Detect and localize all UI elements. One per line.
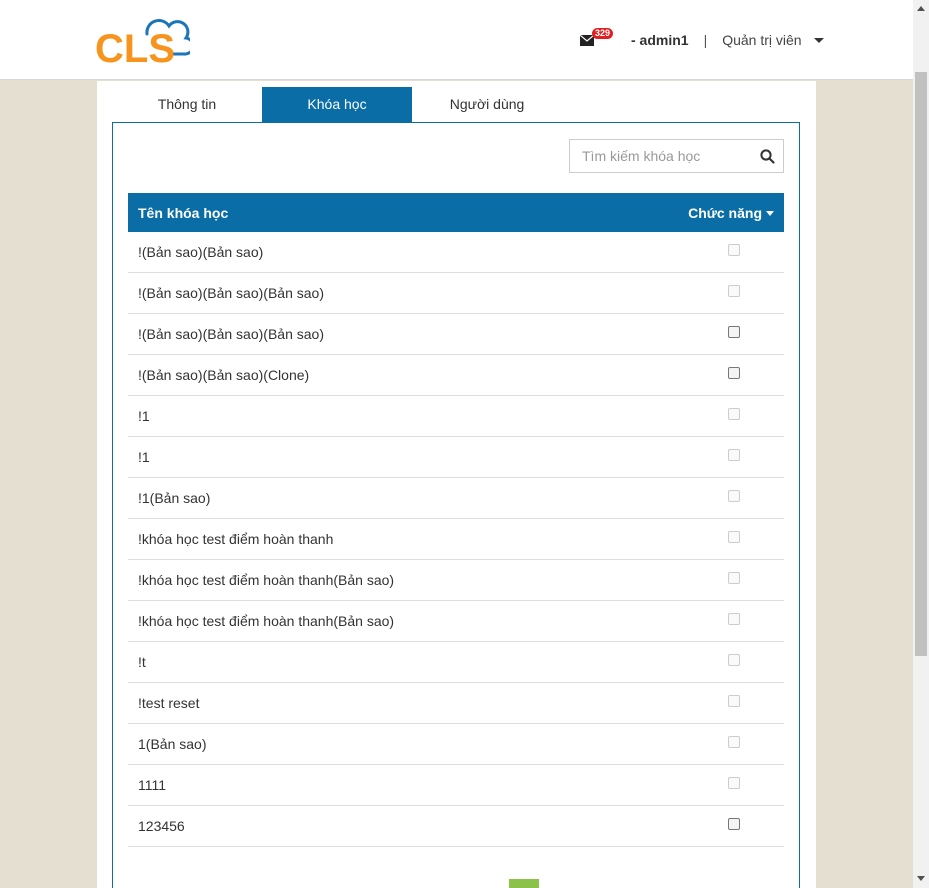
row-checkbox xyxy=(728,490,740,502)
table-row[interactable]: !1(Bản sao) xyxy=(128,478,784,519)
scroll-thumb[interactable] xyxy=(915,72,927,656)
course-name[interactable]: !(Bản sao)(Bản sao)(Clone) xyxy=(138,367,309,383)
role-dropdown[interactable]: Quản trị viên xyxy=(722,32,801,48)
table-row[interactable]: 1(Bản sao) xyxy=(128,724,784,765)
table-row[interactable]: !khóa học test điểm hoàn thanh(Bản sao) xyxy=(128,560,784,601)
username: - admin1 xyxy=(631,32,689,48)
table-row[interactable]: !(Bản sao)(Bản sao)(Bản sao) xyxy=(128,314,784,355)
column-header-function: Chức năng xyxy=(688,205,762,221)
page-3-button[interactable]: 3 xyxy=(589,879,619,888)
row-checkbox xyxy=(728,449,740,461)
row-checkbox xyxy=(728,654,740,666)
column-header-course-name: Tên khóa học xyxy=(138,205,229,221)
table-row[interactable]: !(Bản sao)(Bản sao)(Bản sao) xyxy=(128,273,784,314)
courses-table: Tên khóa học Chức năng !(Bản sao)(Bản sa… xyxy=(128,193,784,847)
logo-text: CLS xyxy=(95,27,175,68)
course-name[interactable]: !khóa học test điểm hoàn thanh(Bản sao) xyxy=(138,613,394,629)
search-box xyxy=(569,139,784,173)
row-checkbox xyxy=(728,695,740,707)
cls-logo[interactable]: CLS xyxy=(95,14,190,68)
table-row[interactable]: 123456 xyxy=(128,806,784,847)
search-input[interactable] xyxy=(570,140,750,172)
table-row[interactable]: !1 xyxy=(128,396,784,437)
tab-courses[interactable]: Khóa học xyxy=(262,87,412,122)
course-name[interactable]: !(Bản sao)(Bản sao) xyxy=(138,244,263,260)
mail-count-badge: 329 xyxy=(592,28,614,39)
caret-down-icon[interactable] xyxy=(813,37,824,43)
page-5-button[interactable]: 5 xyxy=(669,879,699,888)
row-checkbox xyxy=(728,777,740,789)
courses-panel: Tên khóa học Chức năng !(Bản sao)(Bản sa… xyxy=(112,122,800,888)
table-row[interactable]: !(Bản sao)(Bản sao) xyxy=(128,232,784,273)
row-checkbox xyxy=(728,531,740,543)
scroll-down-arrow-icon[interactable] xyxy=(917,876,925,881)
course-name[interactable]: !1 xyxy=(138,408,150,424)
page-4-button[interactable]: 4 xyxy=(629,879,659,888)
table-row[interactable]: !khóa học test điểm hoàn thanh(Bản sao) xyxy=(128,601,784,642)
course-name[interactable]: 1111 xyxy=(138,777,166,793)
tab-bar: Thông tin Khóa học Người dùng xyxy=(112,87,562,122)
row-checkbox xyxy=(728,244,740,256)
tab-info[interactable]: Thông tin xyxy=(112,87,262,122)
table-row[interactable]: !test reset xyxy=(128,683,784,724)
pagination: 1 2 3 4 5 xyxy=(509,879,709,888)
table-row[interactable]: !t xyxy=(128,642,784,683)
table-row[interactable]: 1111 xyxy=(128,765,784,806)
table-header: Tên khóa học Chức năng xyxy=(128,193,784,232)
table-row[interactable]: !(Bản sao)(Bản sao)(Clone) xyxy=(128,355,784,396)
row-checkbox xyxy=(728,408,740,420)
search-icon[interactable] xyxy=(760,149,775,164)
caret-down-icon xyxy=(766,210,774,216)
row-checkbox[interactable] xyxy=(728,326,740,338)
function-dropdown[interactable]: Chức năng xyxy=(688,205,774,221)
main-content: Thông tin Khóa học Người dùng Tên khóa h… xyxy=(97,81,816,888)
row-checkbox[interactable] xyxy=(728,367,740,379)
top-navbar: CLS 329 - admin1 | Quản trị viên xyxy=(0,0,913,80)
scroll-up-arrow-icon[interactable] xyxy=(917,6,925,11)
course-name[interactable]: 123456 xyxy=(138,818,185,834)
mail-button[interactable]: 329 xyxy=(580,28,614,50)
vertical-scrollbar[interactable] xyxy=(913,0,929,888)
row-checkbox xyxy=(728,285,740,297)
table-row[interactable]: !khóa học test điểm hoàn thanh xyxy=(128,519,784,560)
course-name[interactable]: 1(Bản sao) xyxy=(138,736,206,752)
row-checkbox xyxy=(728,572,740,584)
course-name[interactable]: !test reset xyxy=(138,695,199,711)
course-name[interactable]: !khóa học test điểm hoàn thanh(Bản sao) xyxy=(138,572,394,588)
row-checkbox xyxy=(728,736,740,748)
course-name[interactable]: !1 xyxy=(138,449,150,465)
page-1-button[interactable]: 1 xyxy=(509,879,539,888)
row-checkbox xyxy=(728,613,740,625)
course-name[interactable]: !khóa học test điểm hoàn thanh xyxy=(138,531,333,547)
row-checkbox[interactable] xyxy=(728,818,740,830)
tab-users[interactable]: Người dùng xyxy=(412,87,562,122)
user-area: 329 - admin1 | Quản trị viên xyxy=(580,28,824,50)
course-name[interactable]: !(Bản sao)(Bản sao)(Bản sao) xyxy=(138,285,324,301)
course-name[interactable]: !(Bản sao)(Bản sao)(Bản sao) xyxy=(138,326,324,342)
header-separator: | xyxy=(703,32,708,48)
course-name[interactable]: !t xyxy=(138,654,146,670)
page-2-button[interactable]: 2 xyxy=(549,879,579,888)
course-name[interactable]: !1(Bản sao) xyxy=(138,490,210,506)
table-row[interactable]: !1 xyxy=(128,437,784,478)
table-body: !(Bản sao)(Bản sao) !(Bản sao)(Bản sao)(B… xyxy=(128,232,784,847)
